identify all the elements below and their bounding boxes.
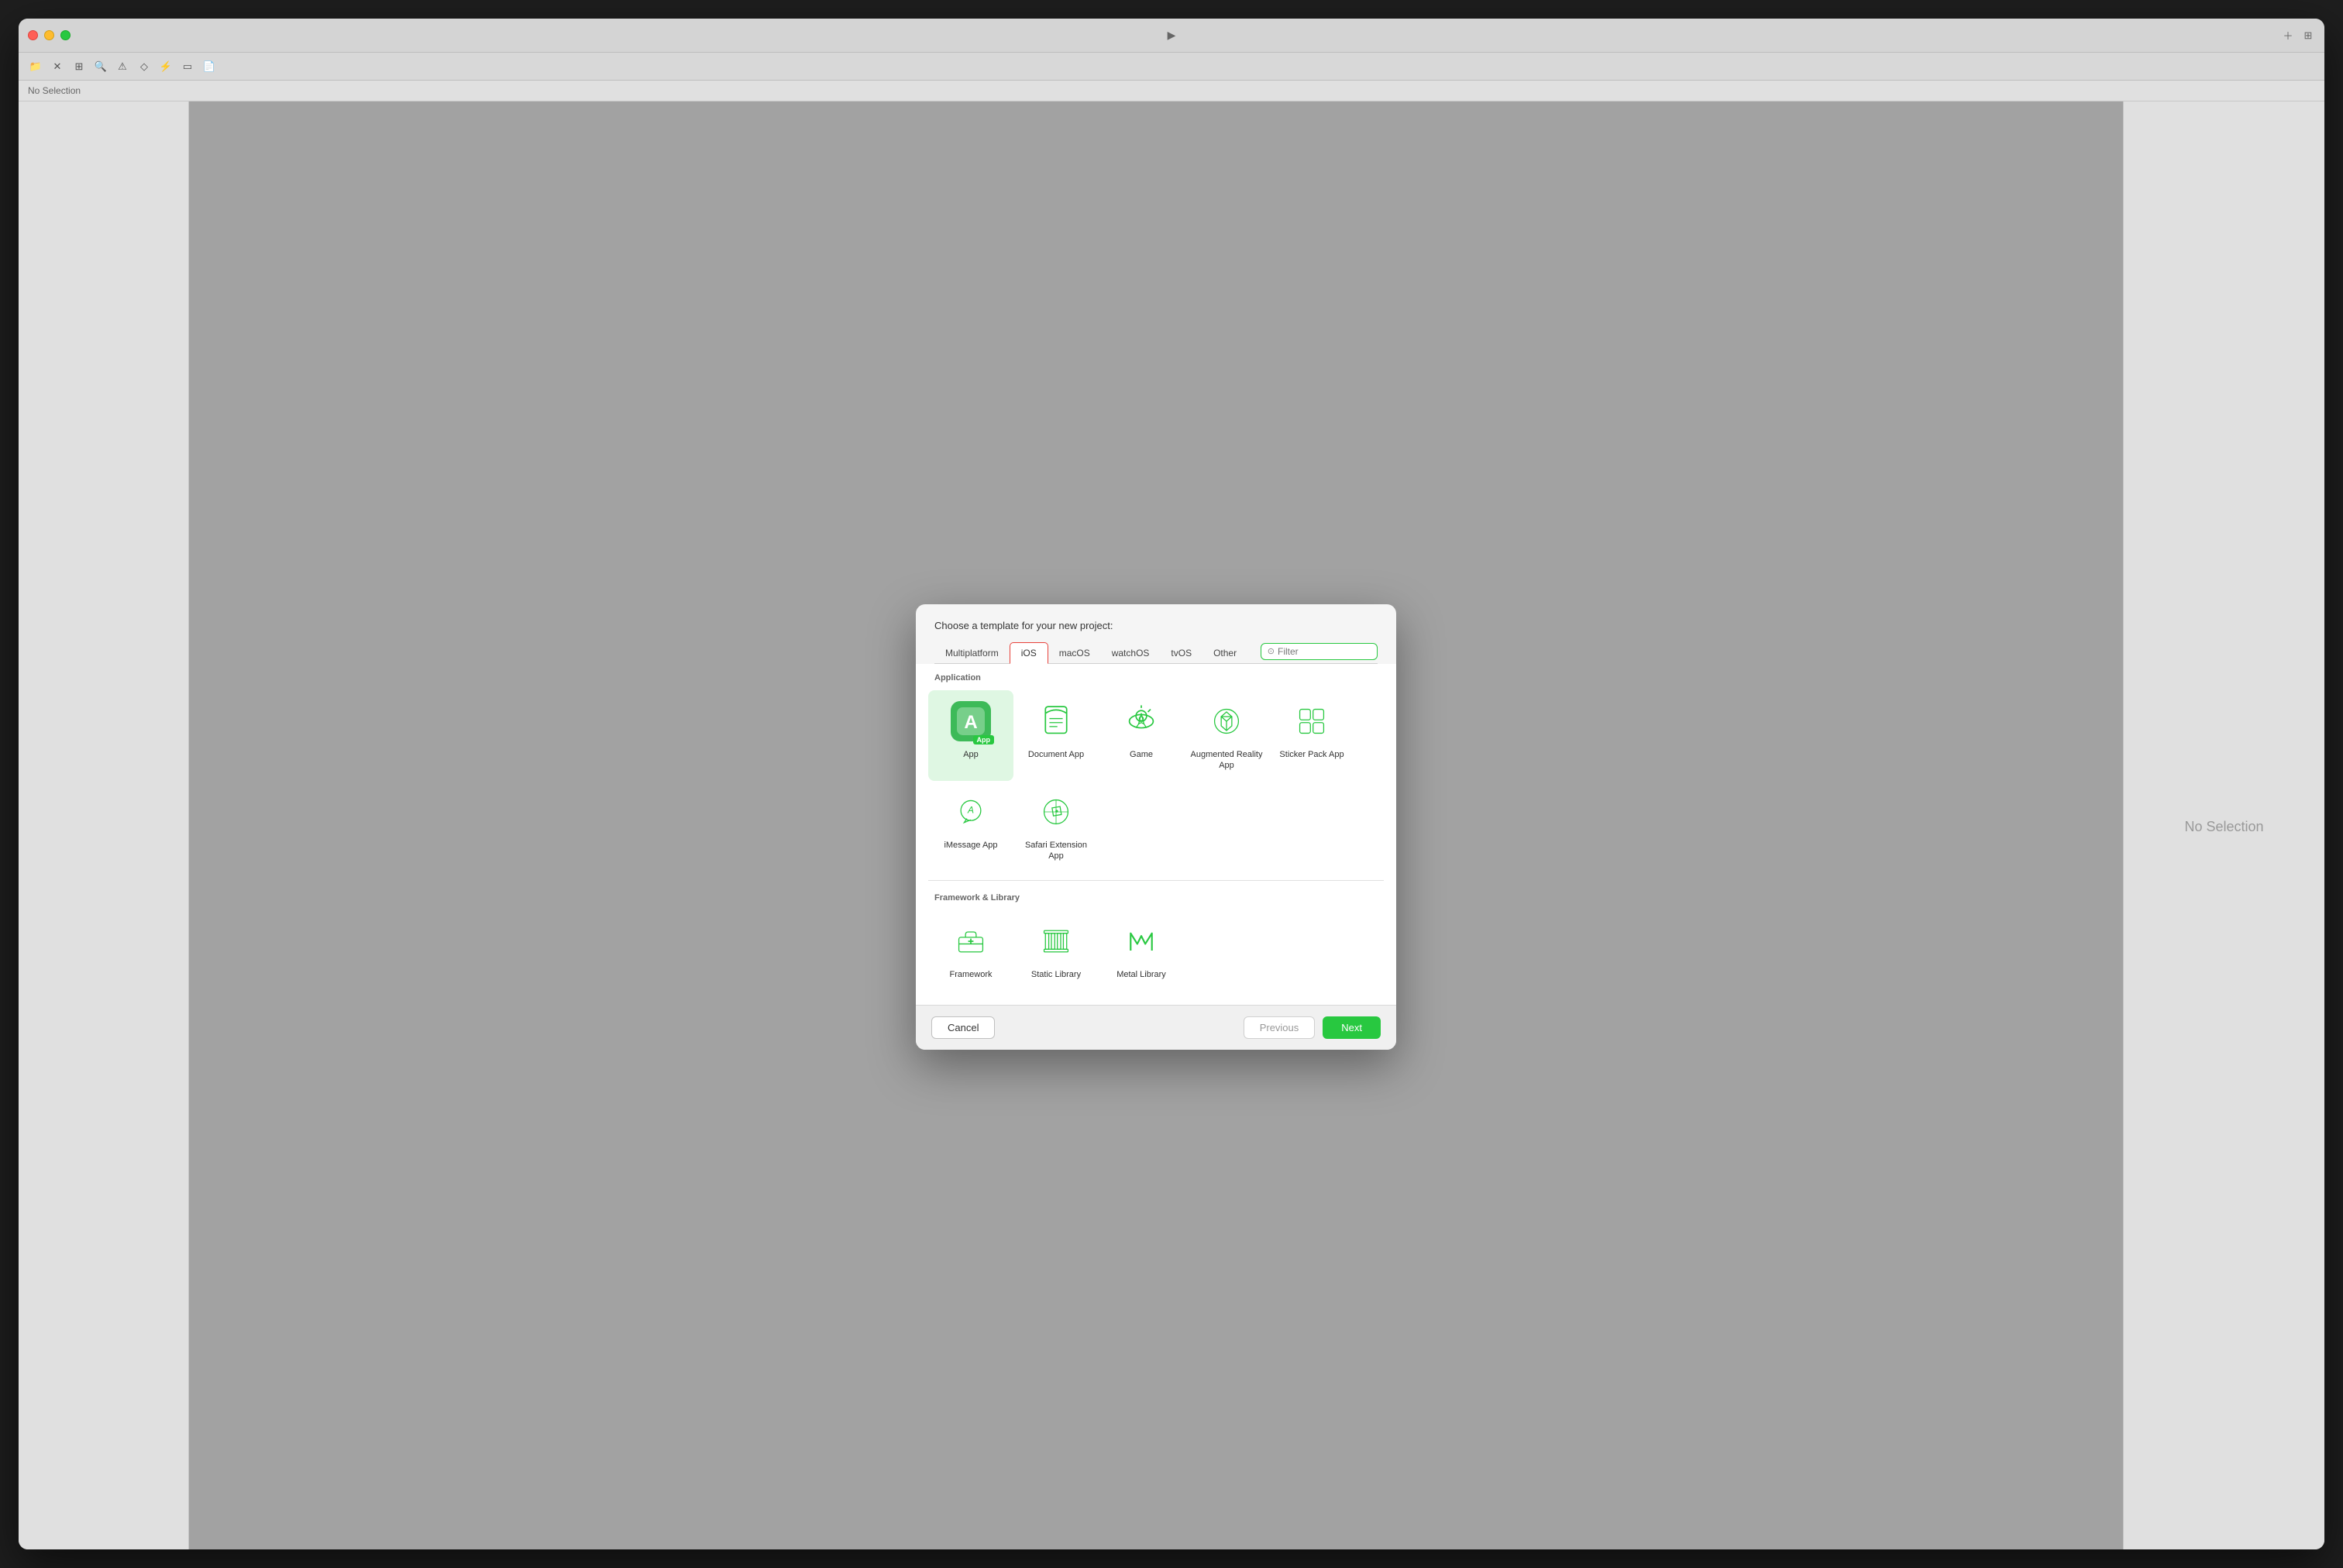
search-icon[interactable]: 🔍 xyxy=(93,59,108,74)
previous-button[interactable]: Previous xyxy=(1244,1016,1316,1039)
template-document-app-label: Document App xyxy=(1028,749,1084,760)
template-app-label: App xyxy=(963,749,979,760)
maximize-button[interactable] xyxy=(60,30,71,40)
tab-watchos[interactable]: watchOS xyxy=(1101,643,1161,663)
add-icon[interactable]: ＋ xyxy=(2281,29,2295,43)
tab-tvos[interactable]: tvOS xyxy=(1160,643,1202,663)
template-game-icon xyxy=(1120,700,1163,743)
cancel-button[interactable]: Cancel xyxy=(931,1016,995,1039)
template-imessage-app-label: iMessage App xyxy=(944,840,997,851)
toolbar2: 📁 ✕ ⊞ 🔍 ⚠ ◇ ⚡ ▭ 📄 xyxy=(19,53,2324,81)
template-game[interactable]: Game xyxy=(1099,690,1184,781)
close-button[interactable] xyxy=(28,30,38,40)
template-static-library[interactable]: Static Library xyxy=(1013,910,1099,989)
toolbar-right: ＋ ⊞ xyxy=(2281,29,2315,43)
modal-body: Application A xyxy=(916,664,1396,1005)
filter-magnify-icon: ⊙ xyxy=(1268,646,1275,656)
template-framework-icon xyxy=(949,920,993,963)
tabs-row: Multiplatform iOS macOS watchOS tvOS Oth… xyxy=(934,642,1378,664)
template-app-icon: A App xyxy=(949,700,993,743)
template-sticker-pack-label: Sticker Pack App xyxy=(1279,749,1344,760)
app-badge: App xyxy=(973,735,995,744)
filter-input[interactable] xyxy=(1278,646,1371,657)
modal-overlay: Choose a template for your new project: … xyxy=(189,101,2123,1549)
template-ar-app-icon xyxy=(1205,700,1248,743)
layout-icon[interactable]: ⊞ xyxy=(2301,29,2315,43)
filter-box: ⊙ xyxy=(1261,643,1378,660)
no-selection-bar: No Selection xyxy=(19,81,2324,101)
template-static-library-label: Static Library xyxy=(1031,969,1081,980)
template-document-app-icon xyxy=(1034,700,1078,743)
tab-macos[interactable]: macOS xyxy=(1048,643,1101,663)
toolbar-center: ▶ xyxy=(1161,28,1182,43)
tab-other[interactable]: Other xyxy=(1202,643,1247,663)
template-imessage-app-icon: A xyxy=(949,790,993,834)
traffic-lights xyxy=(28,30,71,40)
modal-title: Choose a template for your new project: xyxy=(934,620,1378,631)
template-static-library-icon xyxy=(1034,920,1078,963)
rect-icon[interactable]: ▭ xyxy=(180,59,195,74)
center-content: No Selection Choose a template for your … xyxy=(189,101,2123,1549)
left-sidebar xyxy=(19,101,189,1549)
next-button[interactable]: Next xyxy=(1323,1016,1381,1039)
svg-text:A: A xyxy=(964,712,977,733)
section-divider xyxy=(928,880,1384,881)
modal-footer: Cancel Previous Next xyxy=(916,1005,1396,1050)
grid-icon[interactable]: ⊞ xyxy=(71,59,87,74)
close-icon[interactable]: ✕ xyxy=(50,59,65,74)
section-framework-header: Framework & Library xyxy=(916,884,1396,907)
template-sticker-pack-icon xyxy=(1290,700,1333,743)
template-safari-extension-app[interactable]: Safari Extension App xyxy=(1013,781,1099,872)
svg-text:A: A xyxy=(967,804,974,815)
template-app[interactable]: A App App xyxy=(928,690,1013,781)
title-bar: ▶ ＋ ⊞ xyxy=(19,19,2324,53)
template-safari-extension-app-icon xyxy=(1034,790,1078,834)
template-document-app[interactable]: Document App xyxy=(1013,690,1099,781)
framework-templates-grid: Framework xyxy=(916,907,1396,995)
footer-right: Previous Next xyxy=(1244,1016,1381,1039)
right-no-selection: No Selection xyxy=(2184,819,2263,835)
warning-icon[interactable]: ⚠ xyxy=(115,59,130,74)
run-button[interactable]: ▶ xyxy=(1161,28,1182,43)
template-metal-library-label: Metal Library xyxy=(1116,969,1166,980)
tab-multiplatform[interactable]: Multiplatform xyxy=(934,643,1010,663)
application-templates-grid: A App App xyxy=(916,687,1396,877)
tab-ios[interactable]: iOS xyxy=(1010,642,1048,664)
xcode-window: ▶ ＋ ⊞ 📁 ✕ ⊞ 🔍 ⚠ ◇ ⚡ ▭ 📄 No Selection No … xyxy=(19,19,2324,1549)
template-metal-library[interactable]: Metal Library xyxy=(1099,910,1184,989)
doc-icon[interactable]: 📄 xyxy=(201,59,217,74)
bolt-icon[interactable]: ⚡ xyxy=(158,59,174,74)
template-ar-app[interactable]: Augmented Reality App xyxy=(1184,690,1269,781)
main-area: No Selection Choose a template for your … xyxy=(19,101,2324,1549)
template-metal-library-icon xyxy=(1120,920,1163,963)
template-ar-app-label: Augmented Reality App xyxy=(1190,749,1263,772)
template-framework[interactable]: Framework xyxy=(928,910,1013,989)
right-sidebar: No Selection xyxy=(2123,101,2324,1549)
section-application-header: Application xyxy=(916,664,1396,687)
diamond-icon[interactable]: ◇ xyxy=(136,59,152,74)
template-game-label: Game xyxy=(1130,749,1153,760)
template-sticker-pack[interactable]: Sticker Pack App xyxy=(1269,690,1354,781)
folder-icon[interactable]: 📁 xyxy=(28,59,43,74)
template-framework-label: Framework xyxy=(949,969,992,980)
template-imessage-app[interactable]: A iMessage App xyxy=(928,781,1013,872)
template-safari-extension-app-label: Safari Extension App xyxy=(1020,840,1092,862)
modal-header: Choose a template for your new project: … xyxy=(916,604,1396,664)
new-project-modal: Choose a template for your new project: … xyxy=(916,604,1396,1050)
minimize-button[interactable] xyxy=(44,30,54,40)
